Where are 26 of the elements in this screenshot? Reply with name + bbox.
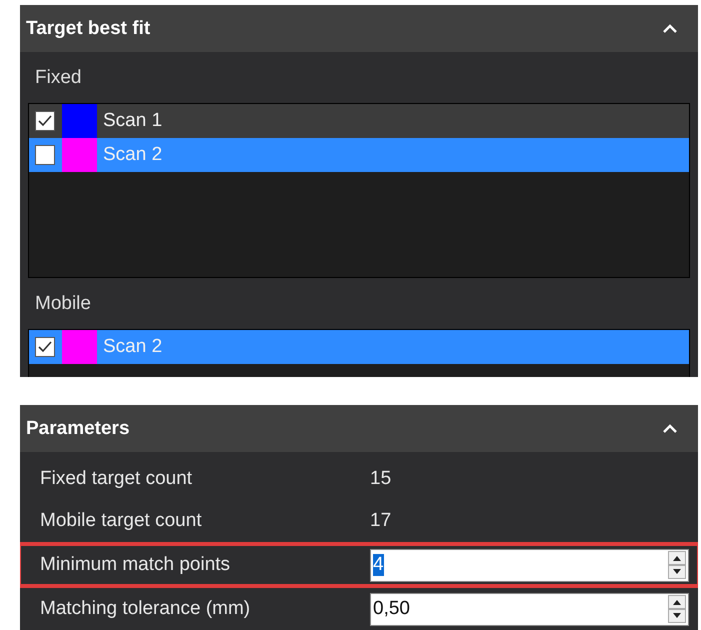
parameter-label: Matching tolerance (mm) [40,598,252,620]
collapse-chevron-icon[interactable] [662,24,678,34]
group-label: Mobile [34,292,92,315]
list-item[interactable]: Scan 1 [29,104,689,138]
parameter-label: Fixed target count [40,468,194,490]
checkbox[interactable] [35,337,55,357]
number-field[interactable]: 4 [370,548,689,582]
parameter-value: 17 [370,510,392,532]
panel-header[interactable]: Target best fit [20,5,698,52]
parameter-value: 15 [370,468,392,490]
parameter-label: Minimum match points [40,554,232,576]
checkbox[interactable] [35,145,55,165]
check-icon [38,341,52,353]
spin-up-icon[interactable] [668,595,686,609]
check-icon [38,115,52,127]
checkbox[interactable] [35,111,55,131]
panel-title: Parameters [26,418,130,440]
spin-down-icon[interactable] [668,609,686,623]
panel-title: Target best fit [26,18,150,40]
spin-down-icon[interactable] [668,565,686,579]
group-label: Fixed [34,66,82,89]
number-field[interactable]: 0,50 [370,592,689,626]
spin-up-icon[interactable] [668,551,686,565]
parameter-label: Mobile target count [40,510,203,532]
collapse-chevron-icon[interactable] [662,424,678,434]
panel-header[interactable]: Parameters [20,405,698,452]
